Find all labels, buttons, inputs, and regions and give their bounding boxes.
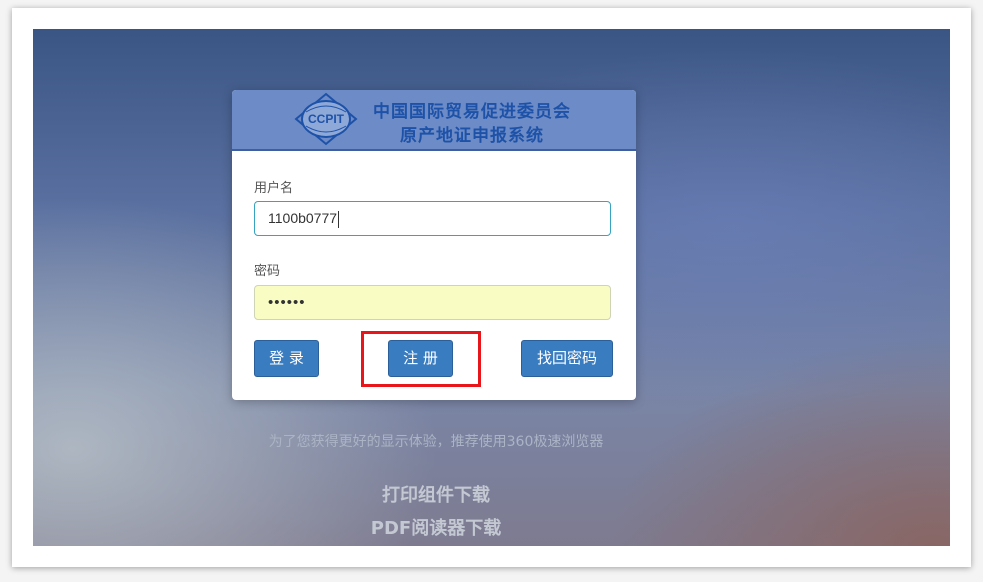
system-title-line1: 中国国际贸易促进委员会 [373, 102, 571, 122]
username-field[interactable]: 1100b0777 [254, 201, 611, 236]
print-component-download-link[interactable]: 打印组件下载 [33, 481, 839, 507]
ccpit-logo: CCPIT [294, 92, 358, 146]
pdf-reader-download-link[interactable]: PDF阅读器下载 [33, 514, 839, 540]
password-mask: •••••• [268, 294, 306, 311]
svg-text:CCPIT: CCPIT [308, 112, 345, 126]
username-value: 1100b0777 [268, 210, 338, 226]
forgot-password-button[interactable]: 找回密码 [521, 340, 613, 377]
text-caret [338, 210, 340, 228]
password-field[interactable]: •••••• [254, 285, 611, 320]
username-label: 用户名 [254, 181, 294, 196]
browser-recommendation-tip: 为了您获得更好的显示体验，推荐使用360极速浏览器 [268, 434, 604, 450]
login-page: CCPIT 中国国际贸易促进委员会 原产地证申报系统 用户名 1100b0777… [33, 29, 950, 546]
system-title-line2: 原产地证申报系统 [400, 126, 544, 146]
register-highlight-box [361, 331, 481, 387]
login-button[interactable]: 登 录 [254, 340, 319, 377]
password-label: 密码 [254, 264, 281, 279]
card-header: CCPIT 中国国际贸易促进委员会 原产地证申报系统 [232, 90, 636, 151]
